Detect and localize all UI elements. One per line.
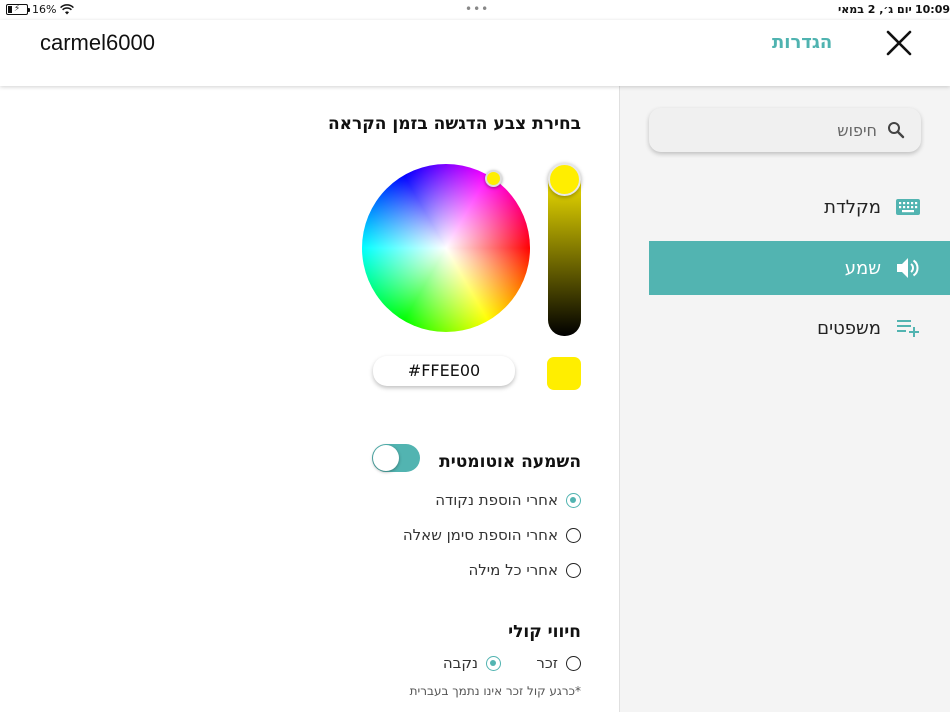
sidebar-item-sentences[interactable]: משפטים xyxy=(649,301,950,355)
wifi-icon xyxy=(60,4,75,15)
radio-button[interactable] xyxy=(566,655,581,671)
keyboard-icon xyxy=(895,195,921,219)
voice-option-female[interactable]: נקבה xyxy=(443,654,501,672)
search-box[interactable] xyxy=(649,108,921,152)
search-icon xyxy=(888,122,905,139)
status-date: יום ג׳, 2 במאי xyxy=(838,3,912,16)
sidebar-item-audio[interactable]: שמע xyxy=(649,241,950,295)
auto-play-option-question-mark[interactable]: אחרי הוספת סימן שאלה xyxy=(403,526,581,544)
battery-icon: ⚡ xyxy=(6,4,30,15)
highlight-color-title: בחירת צבע הדגשה בזמן הקראה xyxy=(328,114,581,134)
color-wheel[interactable] xyxy=(362,164,530,332)
playlist-add-icon xyxy=(895,316,921,340)
sidebar-item-label: משפטים xyxy=(817,317,881,339)
username: carmel6000 xyxy=(40,30,155,55)
radio-label: אחרי כל מילה xyxy=(468,561,558,579)
brightness-slider-handle[interactable] xyxy=(548,163,581,196)
radio-label: זכר xyxy=(536,654,558,672)
status-left: ⚡ 16% xyxy=(6,3,75,16)
auto-play-option-every-word[interactable]: אחרי כל מילה xyxy=(468,561,581,579)
speaker-icon xyxy=(895,256,921,280)
radio-label: אחרי הוספת סימן שאלה xyxy=(402,526,558,544)
radio-button[interactable] xyxy=(486,655,501,671)
battery-percent: 16% xyxy=(32,3,57,16)
auto-play-title: השמעה אוטומטית xyxy=(439,452,581,472)
settings-content: בחירת צבע הדגשה בזמן הקראה השמעה אוטומטי… xyxy=(0,86,619,712)
page-title: הגדרות xyxy=(772,32,833,53)
close-icon[interactable] xyxy=(884,28,914,58)
radio-label: אחרי הוספת נקודה xyxy=(435,491,558,509)
hex-color-input[interactable] xyxy=(373,356,515,386)
radio-button[interactable] xyxy=(566,492,581,508)
sidebar-item-keyboard[interactable]: מקלדת xyxy=(649,180,950,234)
search-input[interactable] xyxy=(677,120,877,140)
auto-play-toggle[interactable] xyxy=(372,444,420,472)
multitasking-dots-icon[interactable]: ••• xyxy=(465,2,489,16)
color-wheel-handle[interactable] xyxy=(485,170,502,187)
toggle-knob xyxy=(373,445,399,471)
voice-feedback-title: חיווי קולי xyxy=(508,622,581,642)
radio-button[interactable] xyxy=(566,527,581,543)
auto-play-option-period[interactable]: אחרי הוספת נקודה xyxy=(435,491,581,509)
voice-option-male[interactable]: זכר xyxy=(536,654,581,672)
status-time: 10:09 xyxy=(915,3,950,16)
header: carmel6000 הגדרות xyxy=(0,20,950,86)
sidebar-item-label: מקלדת xyxy=(824,196,881,218)
status-bar: ⚡ 16% ••• יום ג׳, 2 במאי 10:09 xyxy=(0,0,950,20)
radio-button[interactable] xyxy=(566,562,581,578)
sidebar: מקלדת שמע משפטים xyxy=(619,86,950,712)
voice-note: *כרגע קול זכר אינו נתמך בעברית xyxy=(409,684,581,698)
color-swatch xyxy=(547,357,581,390)
sidebar-item-label: שמע xyxy=(844,257,881,279)
radio-label: נקבה xyxy=(442,654,478,672)
